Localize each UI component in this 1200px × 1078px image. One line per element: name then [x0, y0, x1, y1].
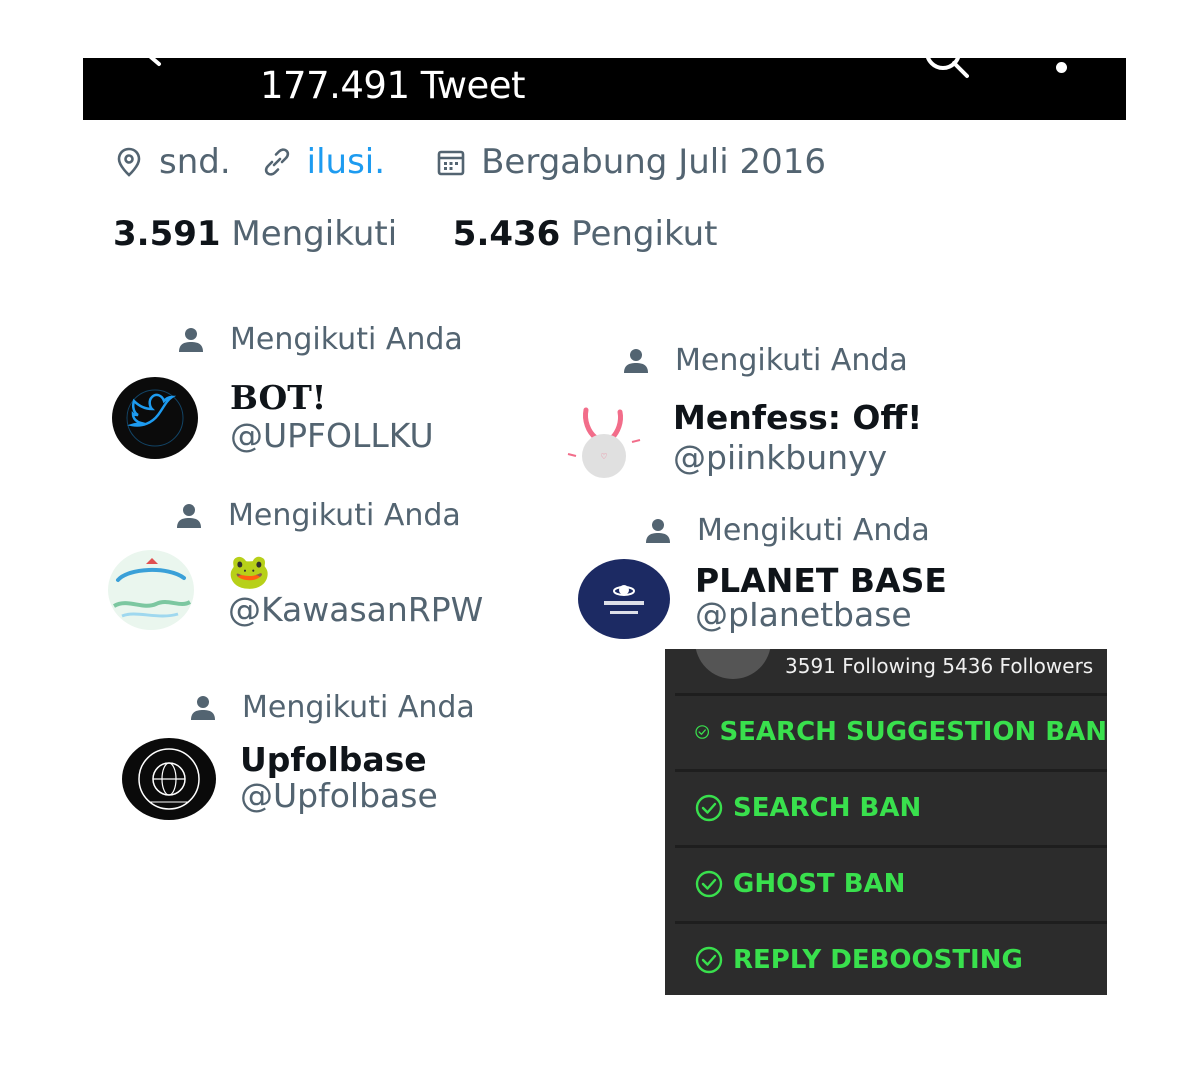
avatar[interactable]: [108, 550, 194, 630]
person-icon: [646, 518, 670, 543]
avatar[interactable]: [112, 377, 198, 459]
follows-you-label: Mengikuti Anda: [230, 322, 463, 357]
calendar-icon: [437, 150, 465, 176]
following-label: Mengikuti: [231, 214, 398, 254]
check-label: SEARCH SUGGESTION BAN: [719, 717, 1107, 747]
more-options-icon[interactable]: [1056, 62, 1067, 73]
followers-link[interactable]: 5.436 Pengikut: [453, 214, 718, 254]
check-label: REPLY DEBOOSTING: [733, 945, 1023, 975]
followers-count: 5.436: [452, 214, 561, 254]
tweet-count-title: 177.491 Tweet: [260, 64, 526, 107]
person-icon: [191, 695, 215, 720]
follows-you-row: Mengikuti Anda: [645, 513, 930, 548]
follows-you-row: Mengikuti Anda: [176, 498, 461, 533]
follows-you-label: Mengikuti Anda: [228, 498, 461, 533]
follows-you-row: Mengikuti Anda: [190, 690, 475, 725]
back-arrow-icon[interactable]: [135, 58, 165, 70]
avatar[interactable]: [578, 559, 670, 639]
profile-link[interactable]: ilusi.: [307, 142, 385, 182]
location-icon: [117, 147, 141, 177]
followers-label: Pengikut: [571, 214, 718, 254]
check-circle-icon: [695, 794, 723, 822]
username: @pIanetbase: [695, 595, 912, 634]
username: @UPFOLLKU: [230, 416, 434, 455]
town-logo-icon: [113, 558, 192, 618]
username: @Upfolbase: [240, 776, 438, 815]
globe-logo-icon: [138, 748, 200, 810]
username: @piinkbunyy: [673, 438, 888, 477]
check-circle-icon: [695, 725, 710, 739]
check-search-ban: SEARCH BAN: [675, 769, 1107, 844]
check-ghost-ban: GHOST BAN: [675, 845, 1107, 920]
check-circle-icon: [695, 870, 723, 898]
panel-avatar: [695, 649, 771, 679]
display-name: 🐸: [228, 552, 271, 592]
search-icon[interactable]: [923, 58, 969, 82]
display-name: Menfess: Off!: [673, 398, 923, 437]
follows-you-row: Mengikuti Anda: [178, 322, 463, 357]
location-text: snd.: [159, 142, 231, 182]
person-icon: [624, 348, 648, 373]
follows-you-label: Mengikuti Anda: [675, 343, 908, 378]
username: @KawasanRPW: [228, 590, 484, 629]
follow-counts: 3.591 Mengikuti 5.436 Pengikut: [113, 214, 717, 254]
shadowban-check-panel: 3591 Following 5436 Followers SEARCH SUG…: [665, 649, 1107, 995]
svg-text:♡: ♡: [600, 452, 607, 461]
check-reply-deboosting: REPLY DEBOOSTING: [675, 921, 1107, 995]
avatar[interactable]: ♡: [562, 402, 646, 482]
display-name: BOT!: [230, 378, 327, 417]
profile-header-bar: 177.491 Tweet: [83, 58, 1126, 120]
follows-you-label: Mengikuti Anda: [242, 690, 475, 725]
check-label: GHOST BAN: [733, 869, 906, 899]
display-name: Upfolbase: [240, 740, 427, 779]
avatar[interactable]: [122, 738, 216, 820]
person-icon: [177, 503, 201, 528]
check-label: SEARCH BAN: [733, 793, 922, 823]
follows-you-label: Mengikuti Anda: [697, 513, 930, 548]
following-count: 3.591: [113, 214, 221, 254]
follows-you-row: Mengikuti Anda: [623, 343, 908, 378]
bunny-logo-icon: ♡: [567, 407, 641, 478]
check-search-suggestion-ban: SEARCH SUGGESTION BAN: [675, 693, 1107, 768]
profile-meta: snd. ilusi. Bergabung Juli 2016: [113, 138, 826, 186]
bird-logo-icon: [126, 389, 184, 447]
person-icon: [179, 327, 203, 352]
joined-date: Bergabung Juli 2016: [481, 142, 826, 182]
following-link[interactable]: 3.591 Mengikuti: [113, 214, 397, 254]
link-icon: [264, 148, 289, 176]
planet-logo-icon: [604, 585, 644, 614]
panel-follow-stats: 3591 Following 5436 Followers: [785, 654, 1094, 678]
check-circle-icon: [695, 946, 723, 974]
